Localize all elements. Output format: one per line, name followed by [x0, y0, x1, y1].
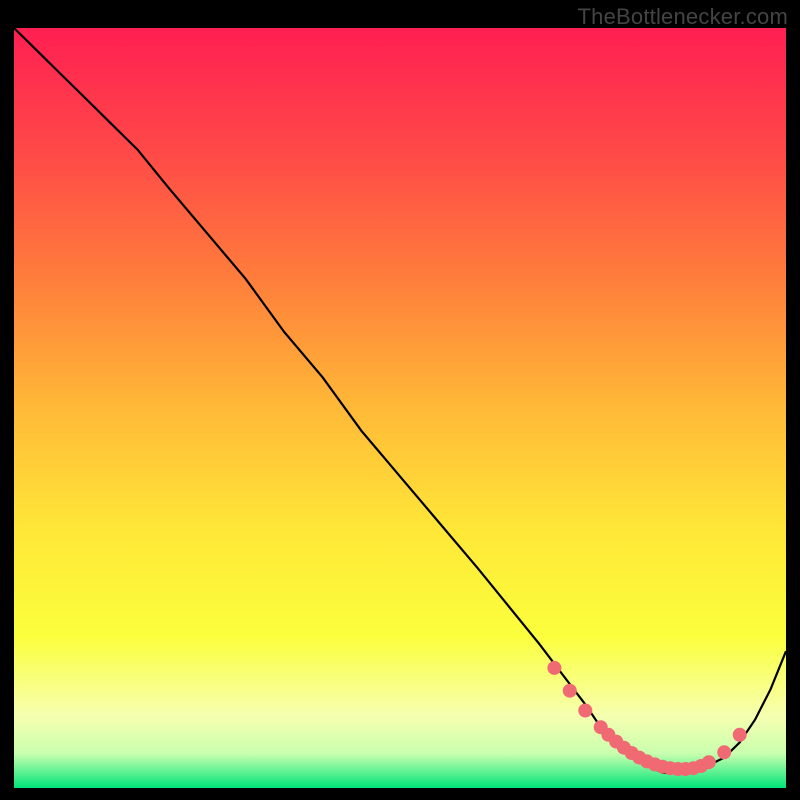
- data-marker: [563, 684, 577, 698]
- plot-area: [14, 28, 786, 788]
- chart-frame: TheBottlenecker.com: [0, 0, 800, 800]
- data-marker: [547, 661, 561, 675]
- data-marker: [702, 755, 716, 769]
- data-marker: [733, 728, 747, 742]
- data-marker: [717, 745, 731, 759]
- chart-svg: [14, 28, 786, 788]
- data-marker: [578, 704, 592, 718]
- watermark-text: TheBottlenecker.com: [578, 4, 788, 30]
